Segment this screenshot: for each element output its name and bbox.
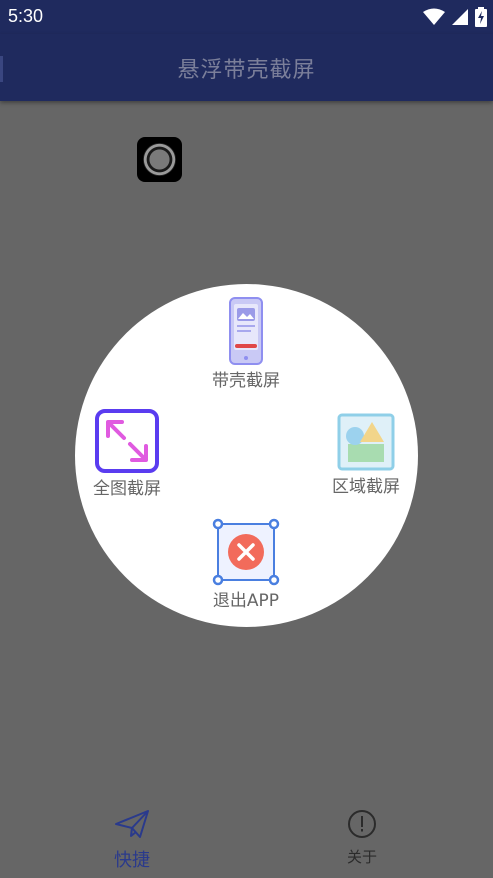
shapes-region-icon (337, 413, 395, 471)
floating-menu: 带壳截屏 全图截屏 区域截屏 退出APP (75, 284, 418, 627)
phone-frame-icon (229, 297, 263, 365)
tab-shortcut[interactable]: 快捷 (72, 808, 192, 872)
exit-app-label: 退出APP (212, 591, 280, 611)
info-circle-icon (348, 810, 376, 838)
floating-ball-button[interactable] (137, 137, 182, 182)
region-screenshot-button[interactable]: 区域截屏 (316, 412, 416, 497)
full-screenshot-label: 全图截屏 (93, 479, 161, 499)
tab-about[interactable]: 关于 (302, 808, 422, 867)
full-screenshot-button[interactable]: 全图截屏 (77, 408, 177, 499)
signal-icon (452, 9, 468, 25)
app-bar: 悬浮带壳截屏 (0, 34, 493, 101)
status-time: 5:30 (8, 6, 44, 26)
expand-arrows-icon (95, 409, 159, 473)
status-icons (423, 6, 487, 28)
tab-shortcut-label: 快捷 (114, 850, 150, 871)
region-screenshot-label: 区域截屏 (332, 477, 400, 497)
page-title: 悬浮带壳截屏 (177, 58, 316, 83)
wifi-icon (423, 8, 445, 25)
close-circle-icon (212, 518, 280, 586)
status-bar: 5:30 (0, 0, 493, 34)
shell-screenshot-label: 带壳截屏 (212, 371, 280, 391)
shell-screenshot-button[interactable]: 带壳截屏 (196, 296, 296, 391)
floating-ball-icon (143, 143, 176, 176)
paper-plane-icon (115, 810, 149, 838)
exit-app-button[interactable]: 退出APP (196, 518, 296, 611)
battery-icon (475, 7, 487, 27)
tab-about-label: 关于 (346, 848, 377, 866)
bottom-nav: 快捷 关于 (0, 800, 493, 878)
